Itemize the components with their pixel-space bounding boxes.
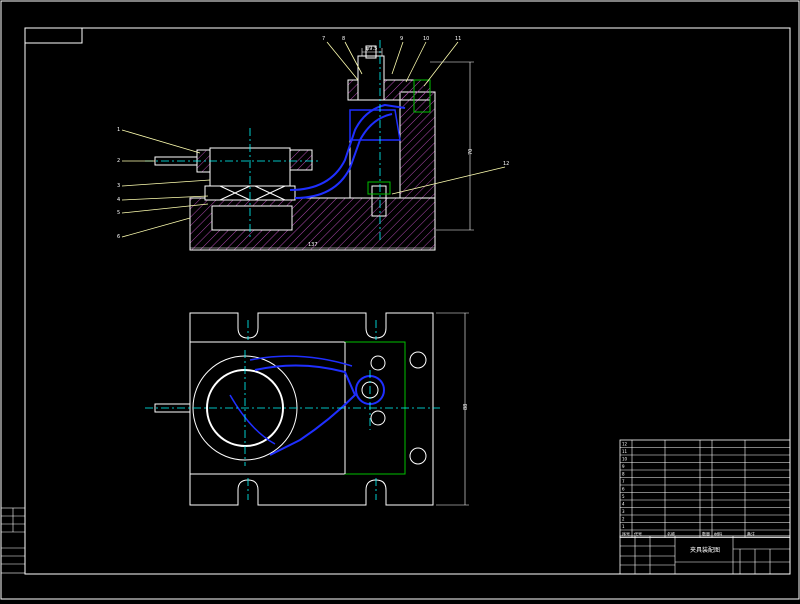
bom-cell: 8 (622, 472, 625, 477)
bom-cell: 1 (622, 524, 625, 529)
bom-header-cell: 材料 (714, 531, 722, 537)
bom-header-cell: 备注 (747, 531, 755, 537)
base-recess (211, 205, 293, 231)
top-view: 88 (145, 312, 469, 506)
title-block: 12 11 10 9 8 7 6 5 4 3 2 1 序号 代号 名称 数量 材料 备注 夹具装配图 (619, 439, 791, 575)
drawing-title: 夹具装配图 (690, 546, 720, 554)
revision-block (0, 507, 26, 574)
bolt-hole (409, 351, 427, 369)
screw-hole (370, 355, 386, 371)
bom-cell: 12 (622, 442, 628, 447)
part-number: 11 (455, 36, 461, 42)
bom-cell: 7 (622, 479, 625, 484)
bolt-hole (409, 447, 427, 465)
bom-cell: 11 (622, 449, 628, 454)
bom-header-cell: 数量 (702, 531, 710, 537)
dim-top-height: 88 (463, 404, 469, 410)
part-number: 4 (117, 197, 120, 203)
bom-cell: 9 (622, 464, 625, 469)
part-number: 1 (117, 127, 120, 133)
workpiece-flange (289, 149, 313, 171)
part-number: 5 (117, 210, 120, 216)
bom-header-cell: 序号 (622, 531, 630, 537)
part-number: 2 (117, 158, 120, 164)
cad-drawing: 7 8 9 10 11 1 2 3 4 5 6 12 φ9.5 70 137 8… (0, 0, 800, 600)
part-number: 6 (117, 234, 120, 240)
screw-hole (370, 410, 386, 426)
part-number: 10 (423, 36, 429, 42)
part-number: 12 (503, 161, 509, 167)
drawing-sheet: 7 8 9 10 11 1 2 3 4 5 6 12 φ9.5 70 137 8… (0, 0, 800, 600)
part-number: 9 (400, 36, 403, 42)
bom-table (619, 439, 791, 538)
dim-height: 70 (468, 149, 474, 155)
bom-cell: 3 (622, 509, 625, 514)
bom-cell: 2 (622, 517, 625, 522)
bom-cell: 5 (622, 494, 625, 499)
part-number: 3 (117, 183, 120, 189)
front-view: 7 8 9 10 11 1 2 3 4 5 6 12 φ9.5 70 137 (117, 36, 509, 251)
part-number: 8 (342, 36, 345, 42)
center-lines-top (145, 320, 440, 500)
bom-cell: 4 (622, 502, 625, 507)
bom-header-cell: 代号 (634, 531, 642, 537)
part-number: 7 (322, 36, 325, 42)
dim-bushing: φ9.5 (366, 46, 377, 52)
bom-cell: 10 (622, 457, 628, 462)
bom-cell: 6 (622, 487, 625, 492)
dim-width: 137 (308, 242, 318, 248)
bom-header-cell: 名称 (667, 531, 675, 537)
drawing-number-box (24, 27, 83, 44)
